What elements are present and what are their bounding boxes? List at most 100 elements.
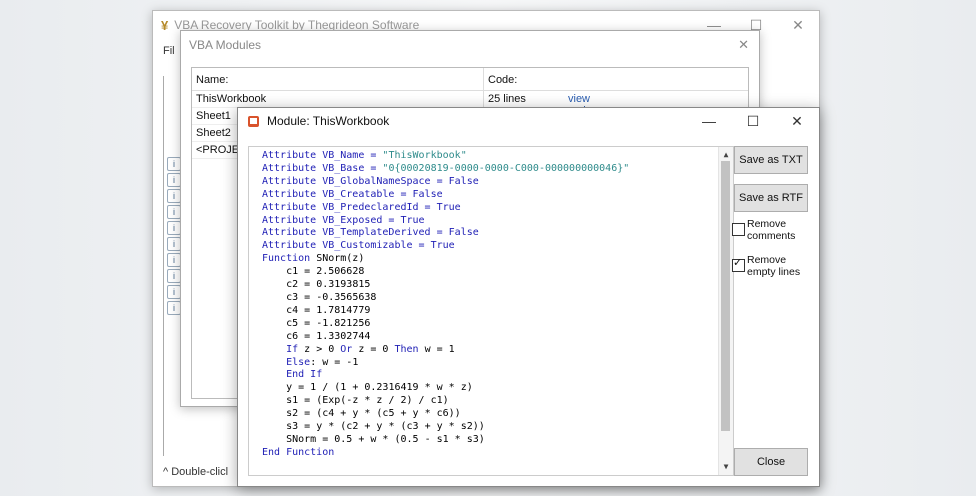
close-button[interactable]: ✕ [775, 108, 819, 134]
module-dialog: Module: ThisWorkbook — ☐ ✕ Attribute VB_… [237, 107, 820, 487]
code-token: If [286, 343, 305, 355]
checkbox-label-line2: empty lines [747, 266, 801, 278]
module-icon: i [167, 173, 181, 187]
code-token: Or [340, 343, 359, 355]
code-token: z > 0 [304, 343, 341, 355]
scroll-thumb[interactable] [721, 161, 730, 431]
code-text: Attribute VB_Name = "ThisWorkbook" Attrib… [249, 147, 733, 460]
close-button[interactable]: ✕ [777, 11, 819, 39]
module-icon: i [167, 237, 181, 251]
code-line: Else: w = -1 [262, 357, 733, 370]
code-line: Attribute VB_PredeclaredId = True [262, 202, 733, 215]
code-token: c5 = -1.821256 [286, 317, 371, 329]
code-line: If z > 0 Or z = 0 Then w = 1 [262, 344, 733, 357]
checkbox-label-line1: Remove [747, 254, 787, 266]
code-line: SNorm = 0.5 + w * (0.5 - s1 * s3) [262, 434, 733, 447]
list-item[interactable]: ThisWorkbook 25 lines view code [192, 91, 748, 117]
module-icon: i [167, 189, 181, 203]
app-logo-icon: ¥ [161, 17, 169, 33]
status-hint: ^ Double-clicl [163, 466, 229, 478]
code-line: Attribute VB_Name = "ThisWorkbook" [262, 150, 733, 163]
code-token: Attribute VB_Customizable = True [262, 240, 455, 252]
code-token: Attribute VB_Base = [262, 162, 383, 174]
module-icon: i [167, 285, 181, 299]
module-name: ThisWorkbook [192, 91, 484, 107]
code-token: Attribute VB_TemplateDerived = False [262, 227, 479, 239]
code-line: y = 1 / (1 + 0.2316419 * w * z) [262, 382, 733, 395]
code-token: Attribute VB_GlobalNameSpace = False [262, 175, 479, 187]
code-token: Attribute VB_Exposed = True [262, 214, 425, 226]
code-line: Attribute VB_Creatable = False [262, 189, 733, 202]
code-line: s3 = y * (c2 + y * (c3 + y * s2)) [262, 421, 733, 434]
code-token: "0{00020819-0000-0000-C000-000000000046}… [382, 162, 630, 174]
module-icon: i [167, 157, 181, 171]
code-token: s3 = y * (c2 + y * (c3 + y * s2)) [286, 421, 485, 433]
code-token: SNorm(z) [316, 253, 365, 265]
code-token: c2 = 0.3193815 [286, 279, 371, 291]
code-line: s2 = (c4 + y * (c5 + y * c6)) [262, 408, 733, 421]
code-token: SNorm = 0.5 + w * (0.5 - s1 * s3) [286, 433, 485, 445]
checkbox-box[interactable] [732, 223, 745, 236]
module-icon-column: i i i i i i i i i i [167, 157, 181, 317]
list-header: Name: Code: [192, 68, 748, 91]
code-token: s1 = (Exp(-z * z / 2) / c1) [286, 395, 449, 407]
code-line: c3 = -0.3565638 [262, 292, 733, 305]
code-token: c1 = 2.506628 [286, 266, 365, 278]
module-icon: i [167, 205, 181, 219]
code-token: End If [286, 369, 323, 381]
vertical-scrollbar[interactable]: ▲ ▼ [718, 147, 733, 475]
code-token: : w = -1 [310, 356, 359, 368]
code-line: End If [262, 369, 733, 382]
code-line: Attribute VB_Customizable = True [262, 240, 733, 253]
code-viewer[interactable]: Attribute VB_Name = "ThisWorkbook" Attrib… [248, 146, 734, 476]
code-line: c6 = 1.3302744 [262, 331, 733, 344]
module-title: Module: ThisWorkbook [267, 114, 390, 128]
code-line: End Function [262, 447, 733, 460]
code-line: s1 = (Exp(-z * z / 2) / c1) [262, 395, 733, 408]
modules-title: VBA Modules [189, 38, 262, 52]
code-line: Attribute VB_TemplateDerived = False [262, 227, 733, 240]
code-token: Then [394, 343, 425, 355]
save-as-rtf-button[interactable]: Save as RTF [734, 184, 808, 212]
code-token: End Function [262, 446, 335, 458]
code-token: Else [286, 356, 311, 368]
minimize-button[interactable]: — [687, 108, 731, 134]
modules-titlebar: VBA Modules [181, 31, 759, 59]
module-code-size: 25 lines [488, 93, 526, 105]
close-dialog-button[interactable]: Close [734, 448, 808, 476]
code-token: c4 = 1.7814779 [286, 304, 371, 316]
left-panel-border [163, 76, 166, 456]
code-line: c2 = 0.3193815 [262, 279, 733, 292]
scroll-down-icon[interactable]: ▼ [719, 461, 733, 473]
menu-file[interactable]: Fil [163, 45, 175, 57]
code-token: Attribute VB_Name = [262, 150, 383, 161]
remove-empty-lines-checkbox[interactable]: Remove empty lines [732, 254, 800, 278]
code-token: Attribute VB_Creatable = False [262, 188, 443, 200]
code-line: Attribute VB_GlobalNameSpace = False [262, 176, 733, 189]
column-header-name[interactable]: Name: [192, 68, 484, 90]
code-token: z = 0 [358, 343, 395, 355]
save-as-txt-button[interactable]: Save as TXT [734, 146, 808, 174]
column-header-code[interactable]: Code: [484, 68, 564, 90]
checkbox-box[interactable] [732, 257, 745, 272]
code-token: Attribute VB_PredeclaredId = True [262, 201, 461, 213]
maximize-button[interactable]: ☐ [731, 108, 775, 134]
code-token: "ThisWorkbook" [382, 150, 467, 161]
code-token: s2 = (c4 + y * (c5 + y * c6)) [286, 408, 461, 420]
code-line: c1 = 2.506628 [262, 266, 733, 279]
code-line: Attribute VB_Exposed = True [262, 215, 733, 228]
scroll-up-icon[interactable]: ▲ [719, 149, 733, 161]
code-line: Function SNorm(z) [262, 253, 733, 266]
code-token: w = 1 [424, 343, 455, 355]
code-token: Function [262, 253, 317, 265]
modules-close-button[interactable]: ✕ [738, 37, 749, 53]
module-window-controls: — ☐ ✕ [687, 108, 819, 134]
code-token: c3 = -0.3565638 [286, 291, 377, 303]
module-icon: i [167, 253, 181, 267]
module-icon: i [167, 301, 181, 315]
code-line: c5 = -1.821256 [262, 318, 733, 331]
remove-comments-checkbox[interactable]: Remove comments [732, 218, 795, 242]
checkbox-label-line2: comments [747, 230, 796, 242]
module-icon: i [167, 269, 181, 283]
module-window-icon [248, 115, 259, 127]
